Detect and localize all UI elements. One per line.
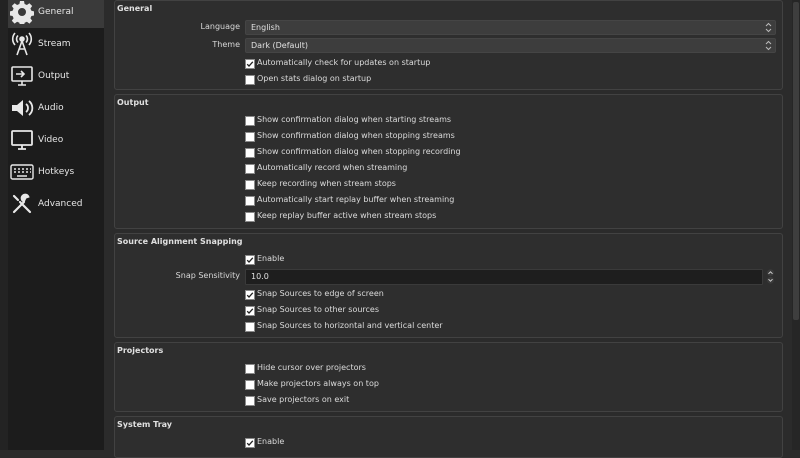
sidebar-item-label: Video	[38, 135, 64, 145]
checkbox-checked[interactable]	[245, 255, 255, 265]
theme-value: Dark (Default)	[251, 41, 308, 50]
checkbox-label: Snap Sources to horizontal and vertical …	[257, 321, 443, 330]
theme-select[interactable]: Dark (Default)	[245, 38, 776, 53]
checkbox-label: Keep replay buffer active when stream st…	[257, 211, 437, 220]
checkbox-checked[interactable]	[245, 290, 255, 300]
sidebar-item-label: Hotkeys	[38, 167, 75, 177]
checkbox-label: Keep recording when stream stops	[257, 179, 396, 188]
group-title: Output	[117, 98, 149, 107]
snap-sensitivity-value: 10.0	[251, 272, 269, 281]
settings-content: General Language English Theme Dark (Def…	[104, 0, 792, 458]
checkbox-unchecked[interactable]	[245, 116, 255, 126]
sidebar-item-output[interactable]: Output	[8, 60, 104, 92]
checkbox-unchecked[interactable]	[245, 380, 255, 390]
theme-label: Theme	[212, 40, 240, 49]
checkbox-label: Snap Sources to edge of screen	[257, 289, 384, 298]
snap-sensitivity-row: Snap Sensitivity 10.0	[115, 269, 782, 285]
group-general: General Language English Theme Dark (Def…	[114, 0, 783, 90]
checkbox-unchecked[interactable]	[245, 148, 255, 158]
sidebar-item-label: Advanced	[38, 199, 83, 209]
gear-icon	[10, 0, 34, 24]
checkbox-unchecked[interactable]	[245, 164, 255, 174]
checkbox-label: Automatically check for updates on start…	[257, 58, 431, 67]
checkbox-unchecked[interactable]	[245, 396, 255, 406]
scrollbar-thumb[interactable]	[793, 2, 799, 320]
checkbox-checked[interactable]	[245, 306, 255, 316]
checkbox-label: Enable	[257, 254, 285, 263]
group-output: Output Show confirmation dialog when sta…	[114, 94, 783, 229]
checkbox-label: Show confirmation dialog when stopping r…	[257, 147, 461, 156]
language-row: Language English	[115, 20, 782, 35]
checkbox-checked[interactable]	[245, 59, 255, 69]
speaker-icon	[10, 96, 34, 120]
checkbox-label: Make projectors always on top	[257, 379, 379, 388]
antenna-icon	[10, 32, 34, 56]
checkbox-unchecked[interactable]	[245, 180, 255, 190]
checkbox-label: Automatically record when streaming	[257, 163, 408, 172]
updown-arrows-icon	[765, 22, 772, 33]
sidebar-item-video[interactable]: Video	[8, 124, 104, 156]
vertical-scrollbar[interactable]	[792, 0, 800, 450]
sidebar-item-label: Stream	[38, 39, 71, 49]
checkbox-unchecked[interactable]	[245, 132, 255, 142]
checkbox-unchecked[interactable]	[245, 75, 255, 85]
sidebar-item-general[interactable]: General	[8, 0, 104, 28]
output-monitor-icon	[10, 64, 34, 88]
spin-updown-icon[interactable]	[765, 269, 776, 284]
checkbox-unchecked[interactable]	[245, 322, 255, 332]
checkbox-label: Show confirmation dialog when starting s…	[257, 115, 452, 124]
checkbox-label: Show confirmation dialog when stopping s…	[257, 131, 455, 140]
sidebar-item-hotkeys[interactable]: Hotkeys	[8, 156, 104, 188]
group-title: Projectors	[117, 346, 164, 355]
group-snapping: Source Alignment Snapping Enable Snap Se…	[114, 233, 783, 338]
snap-sensitivity-input[interactable]: 10.0	[245, 269, 763, 285]
language-value: English	[251, 23, 280, 32]
checkbox-label: Open stats dialog on startup	[257, 74, 372, 83]
monitor-icon	[10, 128, 34, 152]
window-left-edge	[0, 0, 8, 450]
settings-sidebar: General Stream Output Audio Video Hotkey…	[8, 0, 105, 450]
checkbox-unchecked[interactable]	[245, 212, 255, 222]
checkbox-label: Save projectors on exit	[257, 395, 350, 404]
group-projectors: Projectors Hide cursor over projectors M…	[114, 342, 783, 412]
sidebar-item-advanced[interactable]: Advanced	[8, 188, 104, 220]
sidebar-item-audio[interactable]: Audio	[8, 92, 104, 124]
sidebar-item-label: Audio	[38, 103, 64, 113]
checkbox-checked[interactable]	[245, 438, 255, 448]
group-system-tray: System Tray Enable	[114, 416, 783, 458]
updown-arrows-icon	[765, 40, 772, 51]
sidebar-item-label: Output	[38, 71, 70, 81]
sidebar-item-stream[interactable]: Stream	[8, 28, 104, 60]
checkbox-label: Snap Sources to other sources	[257, 305, 380, 314]
group-title: System Tray	[117, 420, 172, 429]
tools-icon	[10, 192, 34, 216]
language-label: Language	[200, 22, 240, 31]
checkbox-label: Automatically start replay buffer when s…	[257, 195, 455, 204]
snap-sensitivity-label: Snap Sensitivity	[175, 271, 240, 280]
group-title: General	[117, 4, 153, 13]
checkbox-unchecked[interactable]	[245, 196, 255, 206]
checkbox-label: Enable	[257, 437, 285, 446]
language-select[interactable]: English	[245, 20, 776, 35]
group-title: Source Alignment Snapping	[117, 237, 243, 246]
sidebar-item-label: General	[38, 7, 74, 17]
keyboard-icon	[10, 160, 34, 184]
checkbox-unchecked[interactable]	[245, 364, 255, 374]
checkbox-label: Hide cursor over projectors	[257, 363, 366, 372]
theme-row: Theme Dark (Default)	[115, 38, 782, 53]
